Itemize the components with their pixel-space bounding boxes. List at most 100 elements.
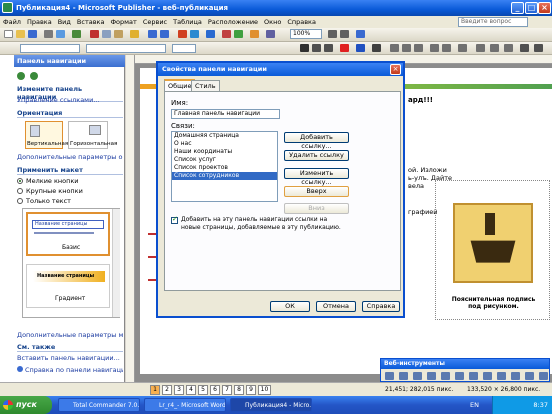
web-tool-icon[interactable] <box>413 372 422 380</box>
auto-add-links-label[interactable]: Добавить на эту панель навигации ссылки … <box>181 216 341 232</box>
columns-icon[interactable] <box>222 30 231 38</box>
close-button[interactable]: × <box>538 2 551 14</box>
dash-style-icon[interactable] <box>490 44 499 52</box>
arrow-style-icon[interactable] <box>504 44 513 52</box>
link-item[interactable]: Домашняя страница <box>172 132 277 140</box>
web-tools-title[interactable]: Веб-инструменты <box>381 359 549 369</box>
menu-tools[interactable]: Сервис <box>140 18 170 26</box>
italic-icon[interactable] <box>312 44 321 52</box>
hyperlink-icon[interactable] <box>206 30 215 38</box>
forward-icon[interactable] <box>30 72 39 80</box>
ok-button[interactable]: ОК <box>270 301 310 312</box>
page-tab-2[interactable]: 2 <box>162 385 172 395</box>
link-item-selected[interactable]: Список сотрудников <box>172 172 277 180</box>
web-tool-icon[interactable] <box>385 372 394 380</box>
task-publisher[interactable]: Публикация4 - Micro... <box>230 398 312 412</box>
web-tool-icon[interactable] <box>469 372 478 380</box>
maximize-button[interactable]: □ <box>525 2 538 14</box>
web-tool-icon[interactable] <box>497 372 506 380</box>
doc-text-5[interactable]: графией <box>408 208 438 216</box>
cut-icon[interactable] <box>90 30 99 38</box>
manage-links-link[interactable]: Управление ссылками... <box>17 96 123 104</box>
font-color-icon[interactable] <box>340 44 349 52</box>
add-link-button[interactable]: Добавить ссылку... <box>284 132 349 150</box>
zoom-out-icon[interactable] <box>328 30 337 38</box>
page-tab-3[interactable]: 3 <box>174 385 184 395</box>
page-tab-9[interactable]: 9 <box>246 385 256 395</box>
layout-sample-gradient[interactable]: Название страницы Градиент <box>26 264 110 308</box>
insert-navbar-link[interactable]: Вставить панель навигации... <box>17 354 123 362</box>
vertical-ruler[interactable] <box>126 55 135 382</box>
help-search-input[interactable]: Введите вопрос <box>458 17 528 27</box>
radio-text-only[interactable]: Только текст <box>17 197 123 205</box>
navbar-help-link[interactable]: Справка по панели навигации <box>17 366 123 374</box>
align-right-icon[interactable] <box>414 44 423 52</box>
more-layout-link[interactable]: Дополнительные параметры макета <box>17 331 123 339</box>
web-tool-icon[interactable] <box>427 372 436 380</box>
menu-insert[interactable]: Вставка <box>74 18 108 26</box>
link-item[interactable]: О нас <box>172 140 277 148</box>
move-down-button[interactable]: Вниз <box>284 203 349 214</box>
align-left-icon[interactable] <box>390 44 399 52</box>
menu-edit[interactable]: Правка <box>24 18 55 26</box>
bold-icon[interactable] <box>300 44 309 52</box>
picture-icon[interactable] <box>250 30 259 38</box>
web-tool-icon[interactable] <box>525 372 534 380</box>
menu-format[interactable]: Формат <box>107 18 139 26</box>
links-listbox[interactable]: Домашняя страница О нас Наши координаты … <box>171 131 278 202</box>
page-tab-8[interactable]: 8 <box>234 385 244 395</box>
picture-frame[interactable]: Пояснительная подпись под рисунком. <box>435 180 550 320</box>
language-indicator[interactable]: EN <box>470 401 479 409</box>
radio-small-indicator[interactable] <box>17 178 23 184</box>
bullets-icon[interactable] <box>442 44 451 52</box>
font-select[interactable] <box>86 44 166 53</box>
minimize-button[interactable]: _ <box>511 2 524 14</box>
tab-style[interactable]: Стиль <box>191 80 220 91</box>
doc-text-4[interactable]: вела <box>408 182 424 190</box>
link-item[interactable]: Список проектов <box>172 164 277 172</box>
bring-front-icon[interactable] <box>178 30 187 38</box>
orientation-vertical[interactable]: Вертикальная <box>25 121 68 149</box>
page-tab-4[interactable]: 4 <box>186 385 196 395</box>
link-item[interactable]: Список услуг <box>172 156 277 164</box>
help-button[interactable]: Справка <box>362 301 400 312</box>
fill-color-icon[interactable] <box>356 44 365 52</box>
print-icon[interactable] <box>44 30 53 38</box>
radio-text-indicator[interactable] <box>17 198 23 204</box>
gallery-scrollbar[interactable] <box>112 209 120 317</box>
style-select[interactable] <box>20 44 80 53</box>
underline-icon[interactable] <box>324 44 333 52</box>
line-color-icon[interactable] <box>372 44 381 52</box>
menu-window[interactable]: Окно <box>261 18 284 26</box>
undo-icon[interactable] <box>148 30 157 38</box>
3d-icon[interactable] <box>534 44 543 52</box>
remove-link-button[interactable]: Удалить ссылку <box>284 150 349 161</box>
numbering-icon[interactable] <box>430 44 439 52</box>
task-word[interactable]: Lr_r4_- Microsoft Word <box>144 398 226 412</box>
page-tab-1[interactable]: 1 <box>150 385 160 395</box>
paste-icon[interactable] <box>114 30 123 38</box>
web-tool-icon[interactable] <box>399 372 408 380</box>
table-icon[interactable] <box>266 30 275 38</box>
radio-large-indicator[interactable] <box>17 188 23 194</box>
web-preview-icon[interactable] <box>190 30 199 38</box>
open-icon[interactable] <box>16 30 25 38</box>
clock[interactable]: 8:37 <box>533 401 548 409</box>
publisher-app-icon[interactable] <box>2 2 13 13</box>
save-icon[interactable] <box>28 30 37 38</box>
menu-table[interactable]: Таблица <box>170 18 205 26</box>
link-item[interactable]: Наши координаты <box>172 148 277 156</box>
task-total-commander[interactable]: Total Commander 7.0... <box>58 398 140 412</box>
picture-caption[interactable]: Пояснительная подпись под рисунком. <box>446 296 541 310</box>
line-style-icon[interactable] <box>476 44 485 52</box>
page-tab-6[interactable]: 6 <box>210 385 220 395</box>
dialog-close-button[interactable]: × <box>390 64 401 75</box>
doc-text-2[interactable]: ой. Изложи <box>408 166 447 174</box>
orientation-horizontal[interactable]: Горизонтальная <box>68 121 117 149</box>
page-tab-7[interactable]: 7 <box>222 385 232 395</box>
format-painter-icon[interactable] <box>130 30 139 38</box>
preview-icon[interactable] <box>56 30 65 38</box>
back-icon[interactable] <box>17 72 25 80</box>
radio-small-buttons[interactable]: Мелкие кнопки <box>17 177 123 185</box>
web-tool-icon[interactable] <box>455 372 464 380</box>
